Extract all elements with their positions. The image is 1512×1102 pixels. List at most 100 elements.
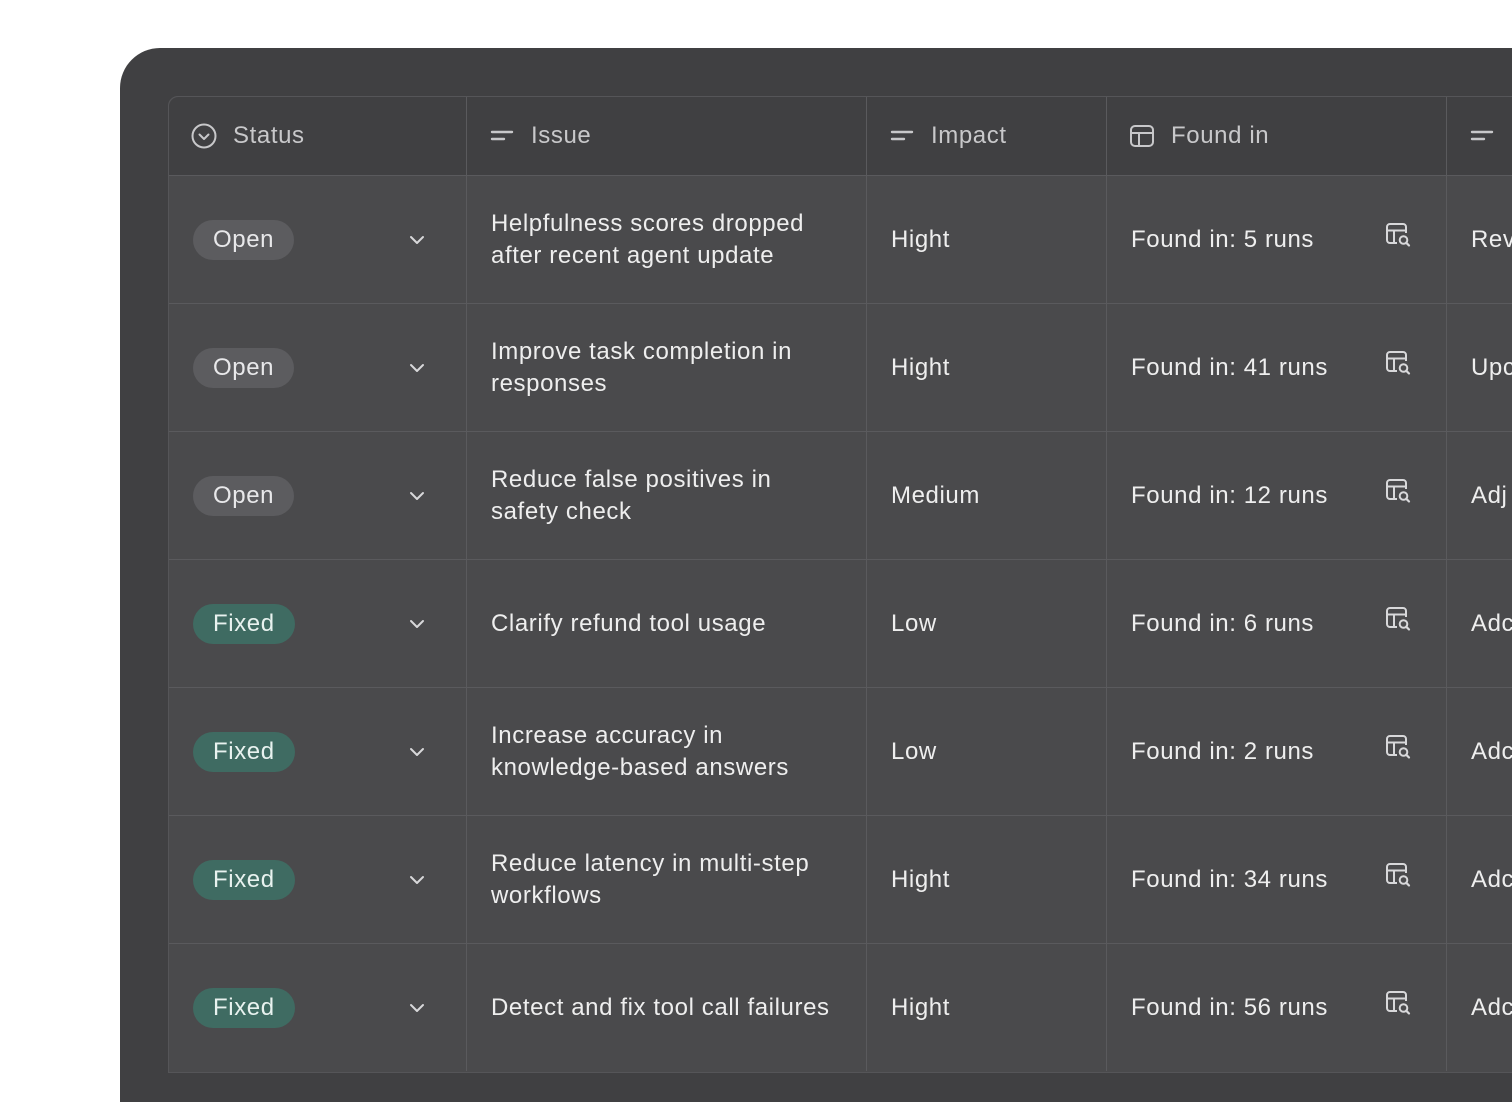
found-in-text: Found in: 5 runs <box>1131 225 1315 253</box>
column-header-label: Impact <box>931 122 1007 149</box>
next-step-text: Adc <box>1471 609 1512 637</box>
status-badge[interactable]: Fixed <box>193 603 295 644</box>
found-in-cell: Found in: 34 runs <box>1107 816 1447 943</box>
issue-text: Improve task completion in responses <box>491 337 793 397</box>
next-step-text: Rev cha <box>1471 225 1512 253</box>
chevron-down-icon[interactable] <box>408 999 426 1017</box>
table-row[interactable]: Fixed Clarify refund tool usage Low Foun… <box>169 559 1512 687</box>
chevron-down-icon[interactable] <box>408 743 426 761</box>
table-search-icon[interactable] <box>1384 349 1412 386</box>
impact-cell: Medium <box>867 432 1107 559</box>
column-header-next[interactable] <box>1447 97 1512 175</box>
table-search-icon[interactable] <box>1384 733 1412 770</box>
next-step-cell: Adc <box>1447 688 1512 815</box>
chevron-down-icon[interactable] <box>408 615 426 633</box>
status-cell: Fixed <box>169 560 467 687</box>
found-in-cell: Found in: 41 runs <box>1107 304 1447 431</box>
issue-cell: Reduce false positives in safety check <box>467 432 867 559</box>
status-cell: Fixed <box>169 688 467 815</box>
column-header-label: Found in <box>1171 122 1270 149</box>
column-header-impact[interactable]: Impact <box>867 97 1107 175</box>
issue-cell: Improve task completion in responses <box>467 304 867 431</box>
next-step-cell: Upc <box>1447 304 1512 431</box>
found-in-cell: Found in: 12 runs <box>1107 432 1447 559</box>
issue-text: Reduce latency in multi-step workflows <box>491 849 810 909</box>
impact-text: Low <box>891 737 937 765</box>
chevron-down-icon[interactable] <box>408 359 426 377</box>
impact-text: Hight <box>891 225 951 253</box>
table-search-icon[interactable] <box>1384 221 1412 258</box>
column-header-label: Issue <box>531 122 592 149</box>
table-row[interactable]: Fixed Increase accuracy in knowledge-bas… <box>169 687 1512 815</box>
issue-text: Detect and fix tool call failures <box>491 993 830 1021</box>
issue-text: Helpfulness scores dropped after recent … <box>491 209 805 269</box>
column-header-status[interactable]: Status <box>169 97 467 175</box>
table-search-icon[interactable] <box>1384 989 1412 1026</box>
found-in-text: Found in: 2 runs <box>1131 737 1315 765</box>
impact-cell: Low <box>867 688 1107 815</box>
text-lines-icon <box>489 123 515 149</box>
status-badge[interactable]: Fixed <box>193 859 295 900</box>
column-header-label: Status <box>233 122 305 149</box>
table-row[interactable]: Open Improve task completion in response… <box>169 303 1512 431</box>
issue-cell: Helpfulness scores dropped after recent … <box>467 176 867 303</box>
issue-cell: Detect and fix tool call failures <box>467 944 867 1071</box>
table-search-icon[interactable] <box>1384 861 1412 898</box>
impact-cell: Hight <box>867 176 1107 303</box>
next-step-cell: Adj <box>1447 432 1512 559</box>
status-badge[interactable]: Open <box>193 475 295 516</box>
found-in-cell: Found in: 56 runs <box>1107 944 1447 1071</box>
status-badge[interactable]: Open <box>193 347 295 388</box>
text-lines-icon <box>889 123 915 149</box>
next-step-text: Adj <box>1471 481 1508 509</box>
column-header-issue[interactable]: Issue <box>467 97 867 175</box>
found-in-text: Found in: 41 runs <box>1131 353 1328 381</box>
impact-text: Medium <box>891 481 980 509</box>
table-row[interactable]: Fixed Reduce latency in multi-step workf… <box>169 815 1512 943</box>
impact-text: Hight <box>891 353 951 381</box>
chevron-down-icon[interactable] <box>408 871 426 889</box>
next-step-text: Adc <box>1471 865 1512 893</box>
issue-text: Clarify refund tool usage <box>491 609 767 637</box>
next-step-text: Upc <box>1471 353 1512 381</box>
next-step-text: Adc <box>1471 737 1512 765</box>
chevron-down-icon[interactable] <box>408 487 426 505</box>
issue-cell: Increase accuracy in knowledge-based ans… <box>467 688 867 815</box>
status-badge[interactable]: Fixed <box>193 731 295 772</box>
impact-cell: Low <box>867 560 1107 687</box>
impact-cell: Hight <box>867 304 1107 431</box>
issue-text: Reduce false positives in safety check <box>491 465 772 525</box>
table-row[interactable]: Open Reduce false positives in safety ch… <box>169 431 1512 559</box>
table-search-icon[interactable] <box>1384 477 1412 514</box>
status-badge[interactable]: Fixed <box>193 987 295 1028</box>
impact-cell: Hight <box>867 816 1107 943</box>
table-header: Status Issue Impact Found in <box>169 97 1512 175</box>
found-in-text: Found in: 12 runs <box>1131 481 1328 509</box>
found-in-cell: Found in: 5 runs <box>1107 176 1447 303</box>
found-in-text: Found in: 34 runs <box>1131 865 1328 893</box>
status-badge[interactable]: Open <box>193 219 295 260</box>
status-cell: Open <box>169 304 467 431</box>
table-row[interactable]: Fixed Detect and fix tool call failures … <box>169 943 1512 1071</box>
table-row[interactable]: Open Helpfulness scores dropped after re… <box>169 175 1512 303</box>
status-cell: Fixed <box>169 816 467 943</box>
found-in-cell: Found in: 6 runs <box>1107 560 1447 687</box>
text-lines-icon <box>1469 123 1495 149</box>
issues-panel: Status Issue Impact Found in Open Helpfu… <box>120 48 1512 1102</box>
circle-chevron-icon <box>191 123 217 149</box>
issues-table: Status Issue Impact Found in Open Helpfu… <box>168 96 1512 1073</box>
table-search-icon[interactable] <box>1384 605 1412 642</box>
impact-text: Hight <box>891 993 951 1021</box>
next-step-cell: Adc <box>1447 944 1512 1071</box>
status-cell: Fixed <box>169 944 467 1071</box>
chevron-down-icon[interactable] <box>408 231 426 249</box>
table-icon <box>1129 123 1155 149</box>
status-cell: Open <box>169 432 467 559</box>
impact-cell: Hight <box>867 944 1107 1071</box>
impact-text: Low <box>891 609 937 637</box>
next-step-cell: Adc <box>1447 560 1512 687</box>
next-step-cell: Adc <box>1447 816 1512 943</box>
column-header-found-in[interactable]: Found in <box>1107 97 1447 175</box>
status-cell: Open <box>169 176 467 303</box>
next-step-text: Adc <box>1471 993 1512 1021</box>
